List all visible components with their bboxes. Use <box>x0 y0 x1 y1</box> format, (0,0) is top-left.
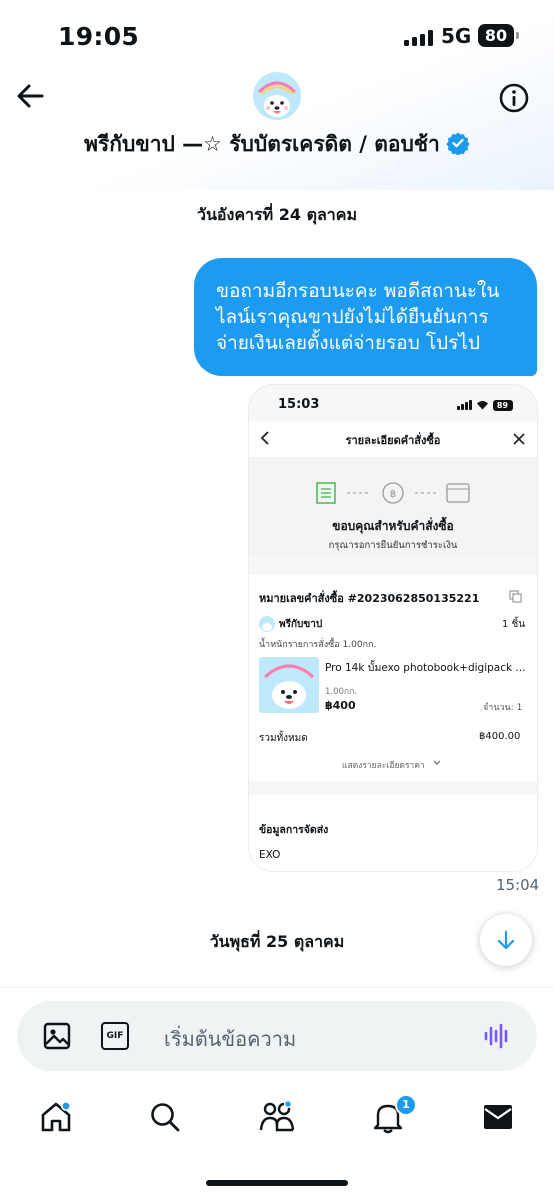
message-timestamp: 15:04 <box>496 876 540 894</box>
screenshot-status-time: 15:03 <box>278 397 320 412</box>
close-icon <box>513 433 525 445</box>
status-bar: 19:05 5G 80 <box>0 0 554 74</box>
attached-screenshot[interactable]: 15:03 89 รายละเอียดคำสั่งซื้อ ฿ ขอบคุณสำ… <box>249 385 537 871</box>
total-label: รวมทั้งหมด <box>259 733 308 744</box>
verified-badge-icon <box>446 132 470 155</box>
shop-logo-icon <box>259 616 275 632</box>
messages-icon[interactable] <box>482 1103 514 1131</box>
item-count: 1 ชิ้น <box>502 619 526 630</box>
conversation-title[interactable]: พรีกับขาป —☆ รับบัตรเครดิต / ตอบช้า <box>0 128 554 161</box>
shipping-label: ข้อมูลการจัดส่ง <box>259 824 329 836</box>
conversation-title-text: พรีกับขาป —☆ รับบัตรเครดิต / ตอบช้า <box>84 132 440 156</box>
network-label: 5G <box>441 24 472 48</box>
arrow-down-icon <box>497 930 515 950</box>
message-line: ไลน์เราคุณขาปยังไม่ได้ยืนยันการ <box>216 306 489 328</box>
image-icon[interactable] <box>43 1022 71 1050</box>
message-input[interactable]: เริ่มต้นข้อความ <box>164 1023 296 1055</box>
order-card: หมายเลขคำสั่งซื้อ #2023062850135221 พรีก… <box>249 575 537 781</box>
shipping-value: EXO <box>259 849 281 861</box>
wifi-icon <box>476 401 488 410</box>
payment-pending-note: กรุณารอการยืนยันการชำระเงิน <box>328 540 458 551</box>
home-indicator <box>206 1180 348 1186</box>
screenshot-header: รายละเอียดคำสั่งซื้อ <box>249 421 537 457</box>
dm-conversation-screen: 19:05 5G 80 พรีกับขาป —☆ รับบัตรเครดิต /… <box>0 0 554 1200</box>
screenshot-header-title: รายละเอียดคำสั่งซื้อ <box>345 434 441 447</box>
date-separator: วันพุธที่ 25 ตุลาคม <box>209 932 345 951</box>
status-time: 19:05 <box>58 22 140 51</box>
shop-name: พรีกับขาป <box>279 619 323 630</box>
copy-icon <box>509 590 522 603</box>
info-icon[interactable] <box>498 82 530 114</box>
svg-text:฿: ฿ <box>390 489 396 500</box>
notification-badge: 1 <box>395 1094 417 1116</box>
shipping-card: ข้อมูลการจัดส่ง EXO <box>249 795 537 871</box>
signal-icon <box>404 30 433 46</box>
date-separator: วันอังคารที่ 24 ตุลาคม <box>196 205 357 224</box>
product-weight: 1.00กก. <box>325 687 357 697</box>
product-name: Pro 14k บั้มexo photobook+digipack ... <box>325 662 526 674</box>
message-composer: GIF เริ่มต้นข้อความ <box>0 987 554 1079</box>
order-number: หมายเลขคำสั่งซื้อ #2023062850135221 <box>259 592 480 605</box>
price-details-link: แสดงรายละเอียดราคา <box>342 761 425 771</box>
message-line: จ่ายเงินเลยตั้งแต่จ่ายรอบ โปรไป <box>216 332 480 354</box>
search-icon[interactable] <box>149 1101 181 1133</box>
scroll-to-bottom-button[interactable] <box>480 914 532 966</box>
message-line: ขอถามอีกรอบนะคะ พอดีสถานะใน <box>216 280 500 302</box>
communities-icon[interactable] <box>259 1101 295 1133</box>
home-icon[interactable] <box>39 1100 73 1134</box>
shiba-logo-icon <box>253 72 301 120</box>
total-value: ฿400.00 <box>479 731 521 742</box>
order-steps-icon: ฿ <box>316 482 470 504</box>
thanks-heading: ขอบคุณสำหรับคำสั่งซื้อ <box>332 519 454 533</box>
order-weight: น้ำหนักรายการสั่งซื้อ 1.00กก. <box>259 640 377 650</box>
avatar[interactable] <box>253 72 301 120</box>
voice-message-icon[interactable] <box>483 1022 511 1050</box>
product-price: ฿400 <box>325 699 356 712</box>
battery-icon: 89 <box>492 399 513 411</box>
gif-button[interactable]: GIF <box>101 1022 129 1050</box>
product-thumbnail-icon <box>259 657 319 713</box>
chevron-down-icon <box>433 760 441 765</box>
product-quantity: จำนวน: 1 <box>483 703 523 713</box>
battery-icon: 80 <box>478 24 519 47</box>
screenshot-status-icons: 89 <box>457 399 513 411</box>
composer-box: GIF เริ่มต้นข้อความ <box>17 1001 537 1071</box>
back-arrow-icon[interactable] <box>14 80 46 112</box>
sent-message-bubble[interactable]: ขอถามอีกรอบนะคะ พอดีสถานะใน ไลน์เราคุณขา… <box>194 258 537 376</box>
signal-icon <box>457 400 472 410</box>
